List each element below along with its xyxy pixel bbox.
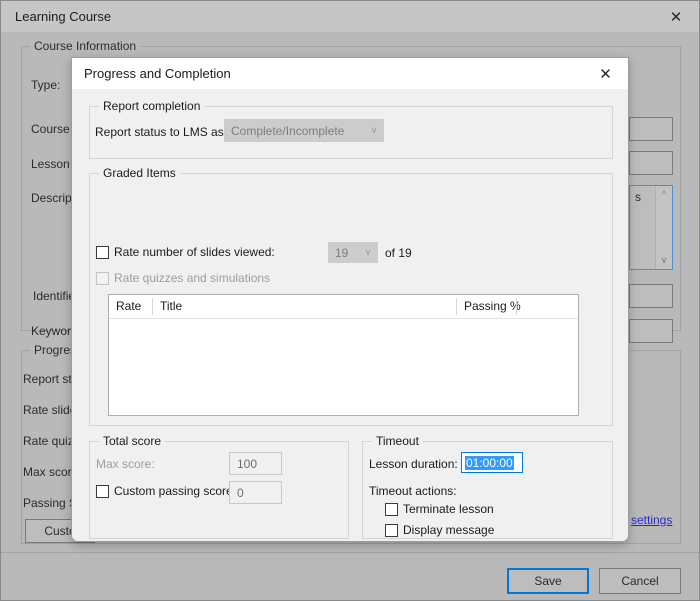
- lesson-duration-input[interactable]: 01:00:00: [461, 452, 523, 473]
- table-header-row: Rate Title Passing %: [109, 295, 578, 319]
- description-text: s: [635, 190, 641, 204]
- close-icon[interactable]: ✕: [583, 58, 628, 89]
- report-status-lms-label: Report status to LMS as:: [95, 125, 228, 139]
- chevron-down-icon[interactable]: ∨: [656, 252, 672, 269]
- settings-link[interactable]: settings: [631, 513, 672, 527]
- lesson-duration-label: Lesson duration:: [369, 457, 458, 471]
- table-body: [109, 319, 578, 415]
- report-status-label: Report st: [23, 372, 72, 386]
- window-cancel-button-label: Cancel: [621, 574, 659, 588]
- course-name-input[interactable]: [629, 117, 673, 141]
- identifier-input[interactable]: [629, 284, 673, 308]
- window-titlebar: Learning Course ✕: [1, 1, 699, 32]
- terminate-lesson-label: Terminate lesson: [403, 502, 494, 516]
- max-score-input[interactable]: 100: [229, 452, 282, 475]
- table-column-title[interactable]: Title: [153, 295, 456, 318]
- rate-slides-checkbox-row[interactable]: Rate number of slides viewed:: [96, 245, 275, 259]
- keywords-input[interactable]: [629, 319, 673, 343]
- rate-quizzes-checkbox-row[interactable]: Rate quizzes and simulations: [96, 271, 270, 285]
- terminate-lesson-checkbox[interactable]: [385, 502, 398, 516]
- slides-viewed-value: 19: [335, 245, 349, 260]
- timeout-actions-label: Timeout actions:: [369, 484, 457, 498]
- terminate-lesson-checkbox-row[interactable]: Terminate lesson: [385, 502, 494, 516]
- type-label: Type:: [31, 78, 61, 92]
- chevron-down-icon: ∨: [370, 125, 378, 135]
- total-score-title: Total score: [99, 434, 166, 448]
- report-status-value: Complete/Incomplete: [231, 123, 345, 138]
- report-completion-title: Report completion: [99, 99, 205, 113]
- rate-slides-checkbox[interactable]: [96, 245, 109, 259]
- chevron-down-icon: ∨: [364, 247, 372, 257]
- graded-items-table[interactable]: Rate Title Passing %: [108, 294, 579, 416]
- dialog-body: Report completion Report status to LMS a…: [72, 89, 628, 541]
- chevron-up-icon[interactable]: ^: [656, 186, 672, 203]
- footer-divider: [1, 552, 699, 553]
- custom-passing-checkbox-label: Custom passing score:: [114, 484, 237, 498]
- passing-score-label: Passing S: [23, 496, 78, 510]
- custom-passing-value: 0: [237, 485, 244, 500]
- save-button-label: Save: [534, 574, 562, 588]
- column-divider[interactable]: [516, 298, 517, 315]
- description-textarea[interactable]: s ^ ∨: [629, 185, 673, 270]
- display-message-checkbox[interactable]: [385, 523, 398, 537]
- close-icon[interactable]: ✕: [653, 1, 699, 32]
- rate-quizzes-checkbox[interactable]: [96, 271, 109, 285]
- rate-quizzes-checkbox-label: Rate quizzes and simulations: [114, 271, 271, 285]
- max-score-value: 100: [237, 456, 258, 471]
- rate-slides-label: Rate slide: [23, 403, 77, 417]
- dialog-title: Progress and Completion: [84, 66, 231, 81]
- lesson-title-input[interactable]: [629, 151, 673, 175]
- display-message-checkbox-row[interactable]: Display message: [385, 523, 494, 537]
- slides-viewed-spinner[interactable]: 19 ∨: [328, 242, 378, 263]
- description-scrollbar[interactable]: ^ ∨: [655, 186, 672, 269]
- timeout-title: Timeout: [372, 434, 423, 448]
- rate-quizzes-label: Rate quiz: [23, 434, 74, 448]
- dialog-titlebar: Progress and Completion ✕: [72, 58, 628, 89]
- table-column-passing[interactable]: Passing %: [457, 295, 521, 318]
- rate-slides-checkbox-label: Rate number of slides viewed:: [114, 245, 275, 259]
- graded-items-title: Graded Items: [99, 166, 180, 180]
- custom-passing-checkbox-row[interactable]: Custom passing score:: [96, 484, 236, 498]
- slides-total-label: of 19: [385, 246, 412, 260]
- max-score-label: Max score:: [96, 457, 155, 471]
- custom-passing-input[interactable]: 0: [229, 481, 282, 504]
- window-title: Learning Course: [15, 9, 112, 24]
- custom-passing-checkbox[interactable]: [96, 484, 109, 498]
- course-information-title: Course Information: [30, 39, 141, 53]
- report-status-combobox[interactable]: Complete/Incomplete ∨: [224, 119, 384, 142]
- lesson-duration-value: 01:00:00: [465, 455, 514, 470]
- table-column-rate[interactable]: Rate: [109, 295, 152, 318]
- progress-and-completion-dialog: Progress and Completion ✕ Report complet…: [71, 57, 629, 542]
- window-cancel-button[interactable]: Cancel: [599, 568, 681, 594]
- display-message-label: Display message: [403, 523, 495, 537]
- save-button[interactable]: Save: [507, 568, 589, 594]
